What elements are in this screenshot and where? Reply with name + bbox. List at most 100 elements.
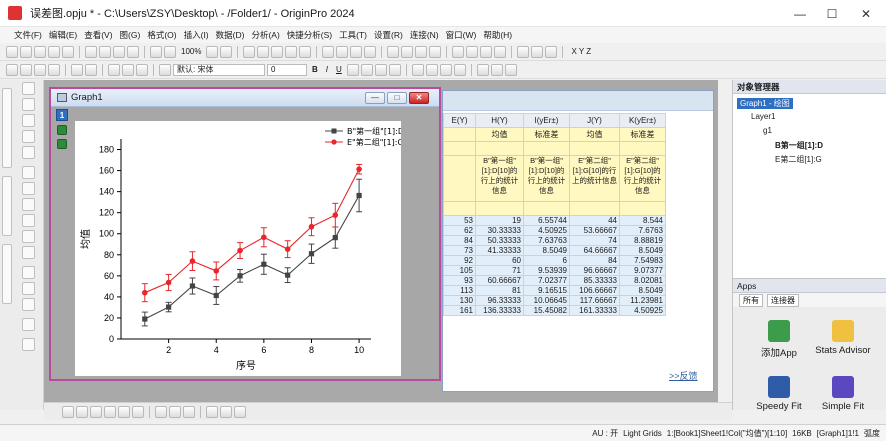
table-cell[interactable]: 84 <box>569 255 620 266</box>
lock-icon[interactable] <box>57 125 67 135</box>
app-tile-simple-fit[interactable]: Simple Fit <box>813 376 873 412</box>
arrange-icon[interactable] <box>429 45 442 58</box>
insert-table-icon[interactable] <box>22 298 35 311</box>
menu-connect[interactable]: 连接(N) <box>410 29 439 41</box>
menu-format[interactable]: 格式(O) <box>147 29 176 41</box>
table-cell[interactable]: 19 <box>475 215 524 226</box>
table-cell[interactable]: 4.50925 <box>523 225 570 236</box>
lock-icon[interactable] <box>57 139 67 149</box>
menu-quick-analysis[interactable]: 快捷分析(S) <box>287 29 332 41</box>
menu-tools[interactable]: 工具(T) <box>339 29 367 41</box>
superscript-icon[interactable] <box>346 63 359 76</box>
subscript-icon[interactable] <box>360 63 373 76</box>
layer-icon[interactable] <box>22 338 35 351</box>
table-row[interactable]: 105 71 9.53939 96.66667 9.07377 <box>443 265 666 276</box>
column-header[interactable]: J(Y) <box>569 113 620 128</box>
data-selector-icon[interactable] <box>22 166 35 179</box>
column-header[interactable]: H(Y) <box>475 113 524 128</box>
pie-plot-icon[interactable] <box>494 45 507 58</box>
long-name-cell[interactable]: 标准差 <box>523 127 570 142</box>
menu-help[interactable]: 帮助(H) <box>483 29 512 41</box>
table-cell[interactable]: 10.06645 <box>523 295 570 306</box>
font-color-icon[interactable] <box>388 63 401 76</box>
table-cell[interactable]: 6.55744 <box>523 215 570 226</box>
pointer-icon[interactable] <box>517 45 530 58</box>
cross-icon[interactable] <box>20 63 32 76</box>
line-style-icon[interactable] <box>439 63 452 76</box>
line-width-icon[interactable] <box>453 63 466 76</box>
comment-cell[interactable]: B"第一组"[1]:D[10]的行上的统计信息 <box>475 155 524 202</box>
tree-plot-2[interactable]: E第二组[1]:G <box>775 154 822 165</box>
table-row[interactable]: 53 19 6.55744 44 8.544 <box>443 215 666 226</box>
long-name-cell[interactable]: 均值 <box>569 127 620 142</box>
feedback-link[interactable]: >>反馈 <box>669 369 698 382</box>
open-icon[interactable] <box>85 45 97 58</box>
table-cell[interactable]: 93 <box>443 275 476 286</box>
table-row[interactable]: 93 60.66667 7.02377 85.33333 8.02081 <box>443 275 666 286</box>
tree-group-node[interactable]: g1 <box>763 126 772 135</box>
graph-close-button[interactable]: ✕ <box>409 92 429 104</box>
rectangle-tool-icon[interactable] <box>22 246 35 259</box>
table-cell[interactable]: 113 <box>443 285 476 296</box>
long-name-cell[interactable]: 均值 <box>475 127 524 142</box>
app-tile-stats-advisor[interactable]: Stats Advisor <box>813 320 873 356</box>
italic-button[interactable]: I <box>326 65 328 74</box>
extract-icon[interactable] <box>401 45 414 58</box>
table-row[interactable]: 84 50.33333 7.63763 74 8.88819 <box>443 235 666 246</box>
close-button[interactable]: ✕ <box>846 0 886 27</box>
pan-icon[interactable] <box>6 63 18 76</box>
app-tile-speedy-fit[interactable]: Speedy Fit <box>749 376 809 412</box>
menu-window[interactable]: 窗口(W) <box>446 29 477 41</box>
table-cell[interactable]: 161 <box>443 305 476 316</box>
contour-plot-icon[interactable] <box>169 405 181 418</box>
bold-button[interactable]: B <box>312 65 318 74</box>
menu-view[interactable]: 查看(V) <box>84 29 112 41</box>
import-icon[interactable] <box>113 45 125 58</box>
new-folder-icon[interactable] <box>20 45 32 58</box>
pattern-icon[interactable] <box>504 63 517 76</box>
symbol-size-icon[interactable] <box>490 63 503 76</box>
long-name-cell[interactable] <box>443 127 476 142</box>
color-scale-icon[interactable] <box>22 318 35 331</box>
new-matrix-icon[interactable] <box>62 45 74 58</box>
copy-icon[interactable] <box>122 63 134 76</box>
column-plot-icon[interactable] <box>104 405 116 418</box>
table-cell[interactable]: 81 <box>475 285 524 296</box>
double-y-icon[interactable] <box>234 405 246 418</box>
zoom-in-icon[interactable] <box>206 45 219 58</box>
table-row[interactable]: 92 60 6 84 7.54983 <box>443 255 666 266</box>
paste-icon[interactable] <box>136 63 148 76</box>
xyz-buttons[interactable]: X Y Z <box>571 47 591 56</box>
table-cell[interactable]: 105 <box>443 265 476 276</box>
table-cell[interactable]: 71 <box>475 265 524 276</box>
multi-panel-icon[interactable] <box>220 405 232 418</box>
table-cell[interactable]: 11.23981 <box>619 295 666 306</box>
region-tool-icon[interactable] <box>22 266 35 279</box>
app-tile-add[interactable]: 添加App <box>749 320 809 359</box>
table-cell[interactable]: 50.33333 <box>475 235 524 246</box>
zoom-tool-icon[interactable] <box>22 98 35 111</box>
symbol-shape-icon[interactable] <box>476 63 489 76</box>
table-row[interactable]: 113 81 9.16515 106.66667 8.5049 <box>443 285 666 296</box>
table-cell[interactable]: 15.45082 <box>523 305 570 316</box>
menu-graph[interactable]: 图(G) <box>120 29 141 41</box>
table-cell[interactable]: 7.6763 <box>619 225 666 236</box>
line-tool-icon[interactable] <box>22 230 35 243</box>
region-icon[interactable] <box>34 63 46 76</box>
graph-minimize-button[interactable]: — <box>365 92 385 104</box>
long-name-cell[interactable]: 标准差 <box>619 127 666 142</box>
3d-plot-icon[interactable] <box>155 405 167 418</box>
table-cell[interactable]: 85.33333 <box>569 275 620 286</box>
comment-cell[interactable]: B"第一组"[1]:D[10]的行上的统计信息 <box>523 155 570 202</box>
table-cell[interactable]: 74 <box>569 235 620 246</box>
add-layer-icon[interactable] <box>322 45 335 58</box>
underline-button[interactable]: U <box>336 65 342 74</box>
tree-layer-node[interactable]: Layer1 <box>751 112 775 121</box>
messages-log-tab[interactable] <box>2 176 12 236</box>
table-cell[interactable]: 6 <box>523 255 570 266</box>
duplicate-icon[interactable] <box>164 45 176 58</box>
table-cell[interactable]: 9.07377 <box>619 265 666 276</box>
screen-reader-icon[interactable] <box>545 45 558 58</box>
scatter-plot-icon[interactable] <box>466 45 479 58</box>
table-cell[interactable]: 9.53939 <box>523 265 570 276</box>
